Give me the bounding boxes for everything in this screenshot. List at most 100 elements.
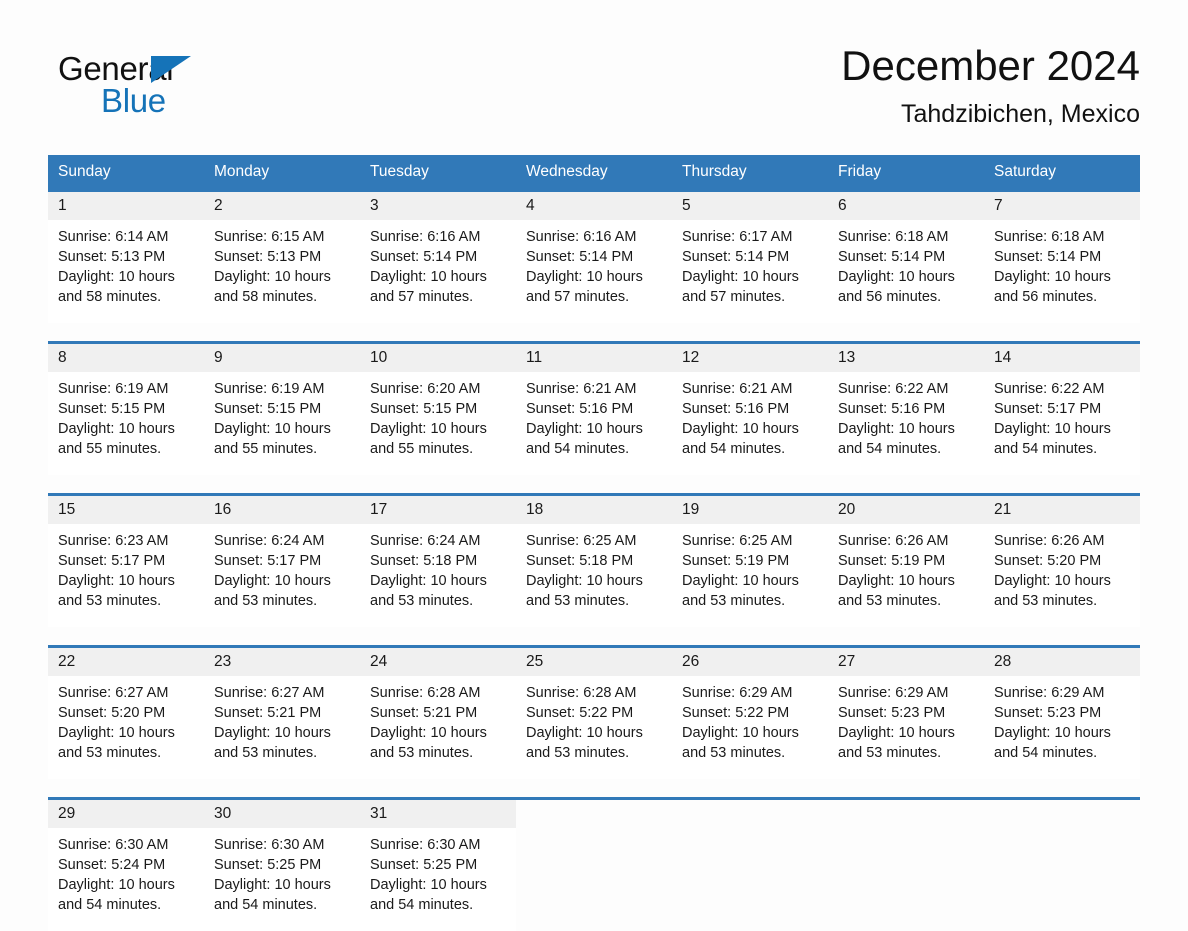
day-cell[interactable]: Sunrise: 6:25 AM Sunset: 5:19 PM Daylight:…	[672, 524, 828, 627]
day-cell[interactable]: Sunrise: 6:24 AM Sunset: 5:18 PM Daylight:…	[360, 524, 516, 627]
day-number[interactable]: 24	[360, 648, 516, 676]
sunset-time: Sunset: 5:18 PM	[526, 553, 634, 569]
day-cell[interactable]: Sunrise: 6:27 AM Sunset: 5:20 PM Daylight:…	[48, 676, 204, 779]
day-cell[interactable]: Sunrise: 6:15 AM Sunset: 5:13 PM Daylight:…	[204, 220, 360, 323]
day-number[interactable]: 3	[360, 192, 516, 220]
day-cell[interactable]: Sunrise: 6:23 AM Sunset: 5:17 PM Daylight:…	[48, 524, 204, 627]
day-number[interactable]: 4	[516, 192, 672, 220]
sunset-time: Sunset: 5:20 PM	[994, 553, 1102, 569]
day-number[interactable]: 5	[672, 192, 828, 220]
daylight-duration-line1: Daylight: 10 hours	[682, 725, 799, 741]
day-number[interactable]: 20	[828, 496, 984, 524]
sunrise-time: Sunrise: 6:27 AM	[58, 685, 169, 701]
day-cell[interactable]: Sunrise: 6:28 AM Sunset: 5:21 PM Daylight:…	[360, 676, 516, 779]
day-cell[interactable]: Sunrise: 6:27 AM Sunset: 5:21 PM Daylight:…	[204, 676, 360, 779]
sunset-time: Sunset: 5:25 PM	[370, 857, 478, 873]
day-number[interactable]: 19	[672, 496, 828, 524]
day-number[interactable]: 13	[828, 344, 984, 372]
day-cell[interactable]: Sunrise: 6:30 AM Sunset: 5:25 PM Daylight:…	[360, 828, 516, 931]
day-detail-row: Sunrise: 6:14 AM Sunset: 5:13 PM Daylight:…	[48, 220, 1140, 323]
daylight-duration-line1: Daylight: 10 hours	[370, 421, 487, 437]
daylight-duration-line2: and 53 minutes.	[214, 745, 318, 761]
daylight-duration-line1: Daylight: 10 hours	[370, 877, 487, 893]
day-number[interactable]: 7	[984, 192, 1140, 220]
sunrise-time: Sunrise: 6:17 AM	[682, 229, 793, 245]
day-number-row: 29 30 31	[48, 800, 1140, 828]
day-number[interactable]: 30	[204, 800, 360, 828]
day-number[interactable]: 9	[204, 344, 360, 372]
day-cell[interactable]: Sunrise: 6:16 AM Sunset: 5:14 PM Daylight:…	[516, 220, 672, 323]
day-number[interactable]: 23	[204, 648, 360, 676]
day-cell[interactable]: Sunrise: 6:21 AM Sunset: 5:16 PM Daylight:…	[516, 372, 672, 475]
day-number[interactable]: 8	[48, 344, 204, 372]
sunrise-time: Sunrise: 6:16 AM	[526, 229, 637, 245]
day-cell[interactable]: Sunrise: 6:25 AM Sunset: 5:18 PM Daylight:…	[516, 524, 672, 627]
calendar-body: 1 2 3 4 5 6 7 Sunrise: 6:14 AM Sunset: 5:13 PM Da…	[48, 189, 1140, 931]
day-number[interactable]: 10	[360, 344, 516, 372]
daylight-duration-line1: Daylight: 10 hours	[214, 269, 331, 285]
sunrise-time: Sunrise: 6:30 AM	[214, 837, 325, 853]
sunrise-time: Sunrise: 6:26 AM	[838, 533, 949, 549]
daylight-duration-line2: and 55 minutes.	[214, 441, 318, 457]
day-cell[interactable]: Sunrise: 6:18 AM Sunset: 5:14 PM Daylight:…	[828, 220, 984, 323]
day-number[interactable]: 15	[48, 496, 204, 524]
day-cell[interactable]: Sunrise: 6:21 AM Sunset: 5:16 PM Daylight:…	[672, 372, 828, 475]
daylight-duration-line2: and 58 minutes.	[58, 289, 162, 305]
day-cell[interactable]: Sunrise: 6:20 AM Sunset: 5:15 PM Daylight:…	[360, 372, 516, 475]
sunset-time: Sunset: 5:14 PM	[838, 249, 946, 265]
day-cell[interactable]: Sunrise: 6:29 AM Sunset: 5:23 PM Daylight:…	[828, 676, 984, 779]
day-cell[interactable]: Sunrise: 6:22 AM Sunset: 5:16 PM Daylight:…	[828, 372, 984, 475]
day-number-row: 15 16 17 18 19 20 21	[48, 496, 1140, 524]
day-number[interactable]: 27	[828, 648, 984, 676]
day-number[interactable]: 28	[984, 648, 1140, 676]
day-cell[interactable]: Sunrise: 6:29 AM Sunset: 5:22 PM Daylight:…	[672, 676, 828, 779]
daylight-duration-line2: and 54 minutes.	[58, 897, 162, 913]
day-number[interactable]: 1	[48, 192, 204, 220]
day-cell[interactable]: Sunrise: 6:22 AM Sunset: 5:17 PM Daylight:…	[984, 372, 1140, 475]
day-cell[interactable]: Sunrise: 6:18 AM Sunset: 5:14 PM Daylight:…	[984, 220, 1140, 323]
daylight-duration-line2: and 57 minutes.	[682, 289, 786, 305]
daylight-duration-line1: Daylight: 10 hours	[838, 269, 955, 285]
daylight-duration-line2: and 54 minutes.	[994, 745, 1098, 761]
day-cell[interactable]: Sunrise: 6:17 AM Sunset: 5:14 PM Daylight:…	[672, 220, 828, 323]
daylight-duration-line2: and 53 minutes.	[370, 593, 474, 609]
day-cell[interactable]: Sunrise: 6:26 AM Sunset: 5:20 PM Daylight:…	[984, 524, 1140, 627]
daylight-duration-line2: and 53 minutes.	[838, 745, 942, 761]
daylight-duration-line2: and 57 minutes.	[370, 289, 474, 305]
sunrise-sunset-calendar-table: Sunday Monday Tuesday Wednesday Thursday…	[48, 155, 1140, 931]
day-number[interactable]: 11	[516, 344, 672, 372]
day-cell[interactable]: Sunrise: 6:28 AM Sunset: 5:22 PM Daylight:…	[516, 676, 672, 779]
sunrise-time: Sunrise: 6:19 AM	[58, 381, 169, 397]
day-number[interactable]: 22	[48, 648, 204, 676]
day-cell[interactable]: Sunrise: 6:24 AM Sunset: 5:17 PM Daylight:…	[204, 524, 360, 627]
daylight-duration-line1: Daylight: 10 hours	[526, 421, 643, 437]
sunrise-time: Sunrise: 6:16 AM	[370, 229, 481, 245]
day-number[interactable]: 6	[828, 192, 984, 220]
day-cell[interactable]: Sunrise: 6:19 AM Sunset: 5:15 PM Daylight:…	[204, 372, 360, 475]
day-number[interactable]: 18	[516, 496, 672, 524]
daylight-duration-line2: and 53 minutes.	[526, 593, 630, 609]
day-number[interactable]: 25	[516, 648, 672, 676]
column-header-friday: Friday	[828, 155, 984, 189]
day-cell[interactable]: Sunrise: 6:30 AM Sunset: 5:24 PM Daylight:…	[48, 828, 204, 931]
day-number[interactable]: 12	[672, 344, 828, 372]
daylight-duration-line2: and 53 minutes.	[214, 593, 318, 609]
day-cell[interactable]: Sunrise: 6:26 AM Sunset: 5:19 PM Daylight:…	[828, 524, 984, 627]
daylight-duration-line2: and 56 minutes.	[994, 289, 1098, 305]
day-number[interactable]: 2	[204, 192, 360, 220]
day-number[interactable]: 17	[360, 496, 516, 524]
daylight-duration-line1: Daylight: 10 hours	[994, 269, 1111, 285]
day-cell[interactable]: Sunrise: 6:29 AM Sunset: 5:23 PM Daylight:…	[984, 676, 1140, 779]
day-cell[interactable]: Sunrise: 6:14 AM Sunset: 5:13 PM Daylight:…	[48, 220, 204, 323]
day-number[interactable]: 21	[984, 496, 1140, 524]
day-number[interactable]: 16	[204, 496, 360, 524]
day-number[interactable]: 26	[672, 648, 828, 676]
day-number[interactable]: 31	[360, 800, 516, 828]
day-cell[interactable]: Sunrise: 6:30 AM Sunset: 5:25 PM Daylight:…	[204, 828, 360, 931]
page-header: General Blue December 2024 Tahdzibichen,…	[48, 0, 1140, 128]
day-number[interactable]: 14	[984, 344, 1140, 372]
day-number[interactable]: 29	[48, 800, 204, 828]
day-cell[interactable]: Sunrise: 6:19 AM Sunset: 5:15 PM Daylight:…	[48, 372, 204, 475]
daylight-duration-line1: Daylight: 10 hours	[526, 725, 643, 741]
day-cell[interactable]: Sunrise: 6:16 AM Sunset: 5:14 PM Daylight:…	[360, 220, 516, 323]
